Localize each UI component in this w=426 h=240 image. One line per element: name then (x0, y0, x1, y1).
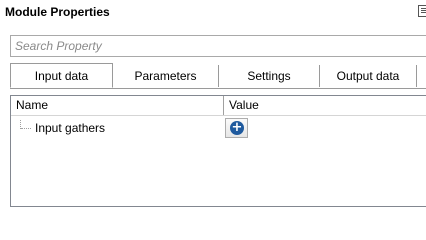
column-header-name[interactable]: Name (11, 96, 223, 115)
panel-title: Module Properties (5, 5, 110, 19)
tab-settings[interactable]: Settings (219, 65, 320, 87)
tab-divider (10, 88, 426, 89)
add-input-gathers-button[interactable]: + (225, 118, 248, 138)
tab-strip: Input data Parameters Settings Output da… (10, 63, 426, 89)
tab-input-data[interactable]: Input data (10, 63, 113, 88)
search-property-input[interactable] (10, 35, 426, 57)
tab-parameters[interactable]: Parameters (113, 65, 219, 87)
add-icon: + (230, 120, 244, 135)
property-grid: Name Value Input gathers + (10, 95, 426, 207)
panel-dock-icon[interactable] (418, 5, 426, 17)
tab-output-data[interactable]: Output data (320, 65, 417, 87)
column-header-value[interactable]: Value (224, 96, 424, 115)
grid-header: Name Value (11, 96, 426, 116)
tree-connector-h (21, 128, 31, 130)
grid-row[interactable]: Input gathers + (11, 118, 426, 138)
row-label-input-gathers: Input gathers (35, 121, 106, 135)
